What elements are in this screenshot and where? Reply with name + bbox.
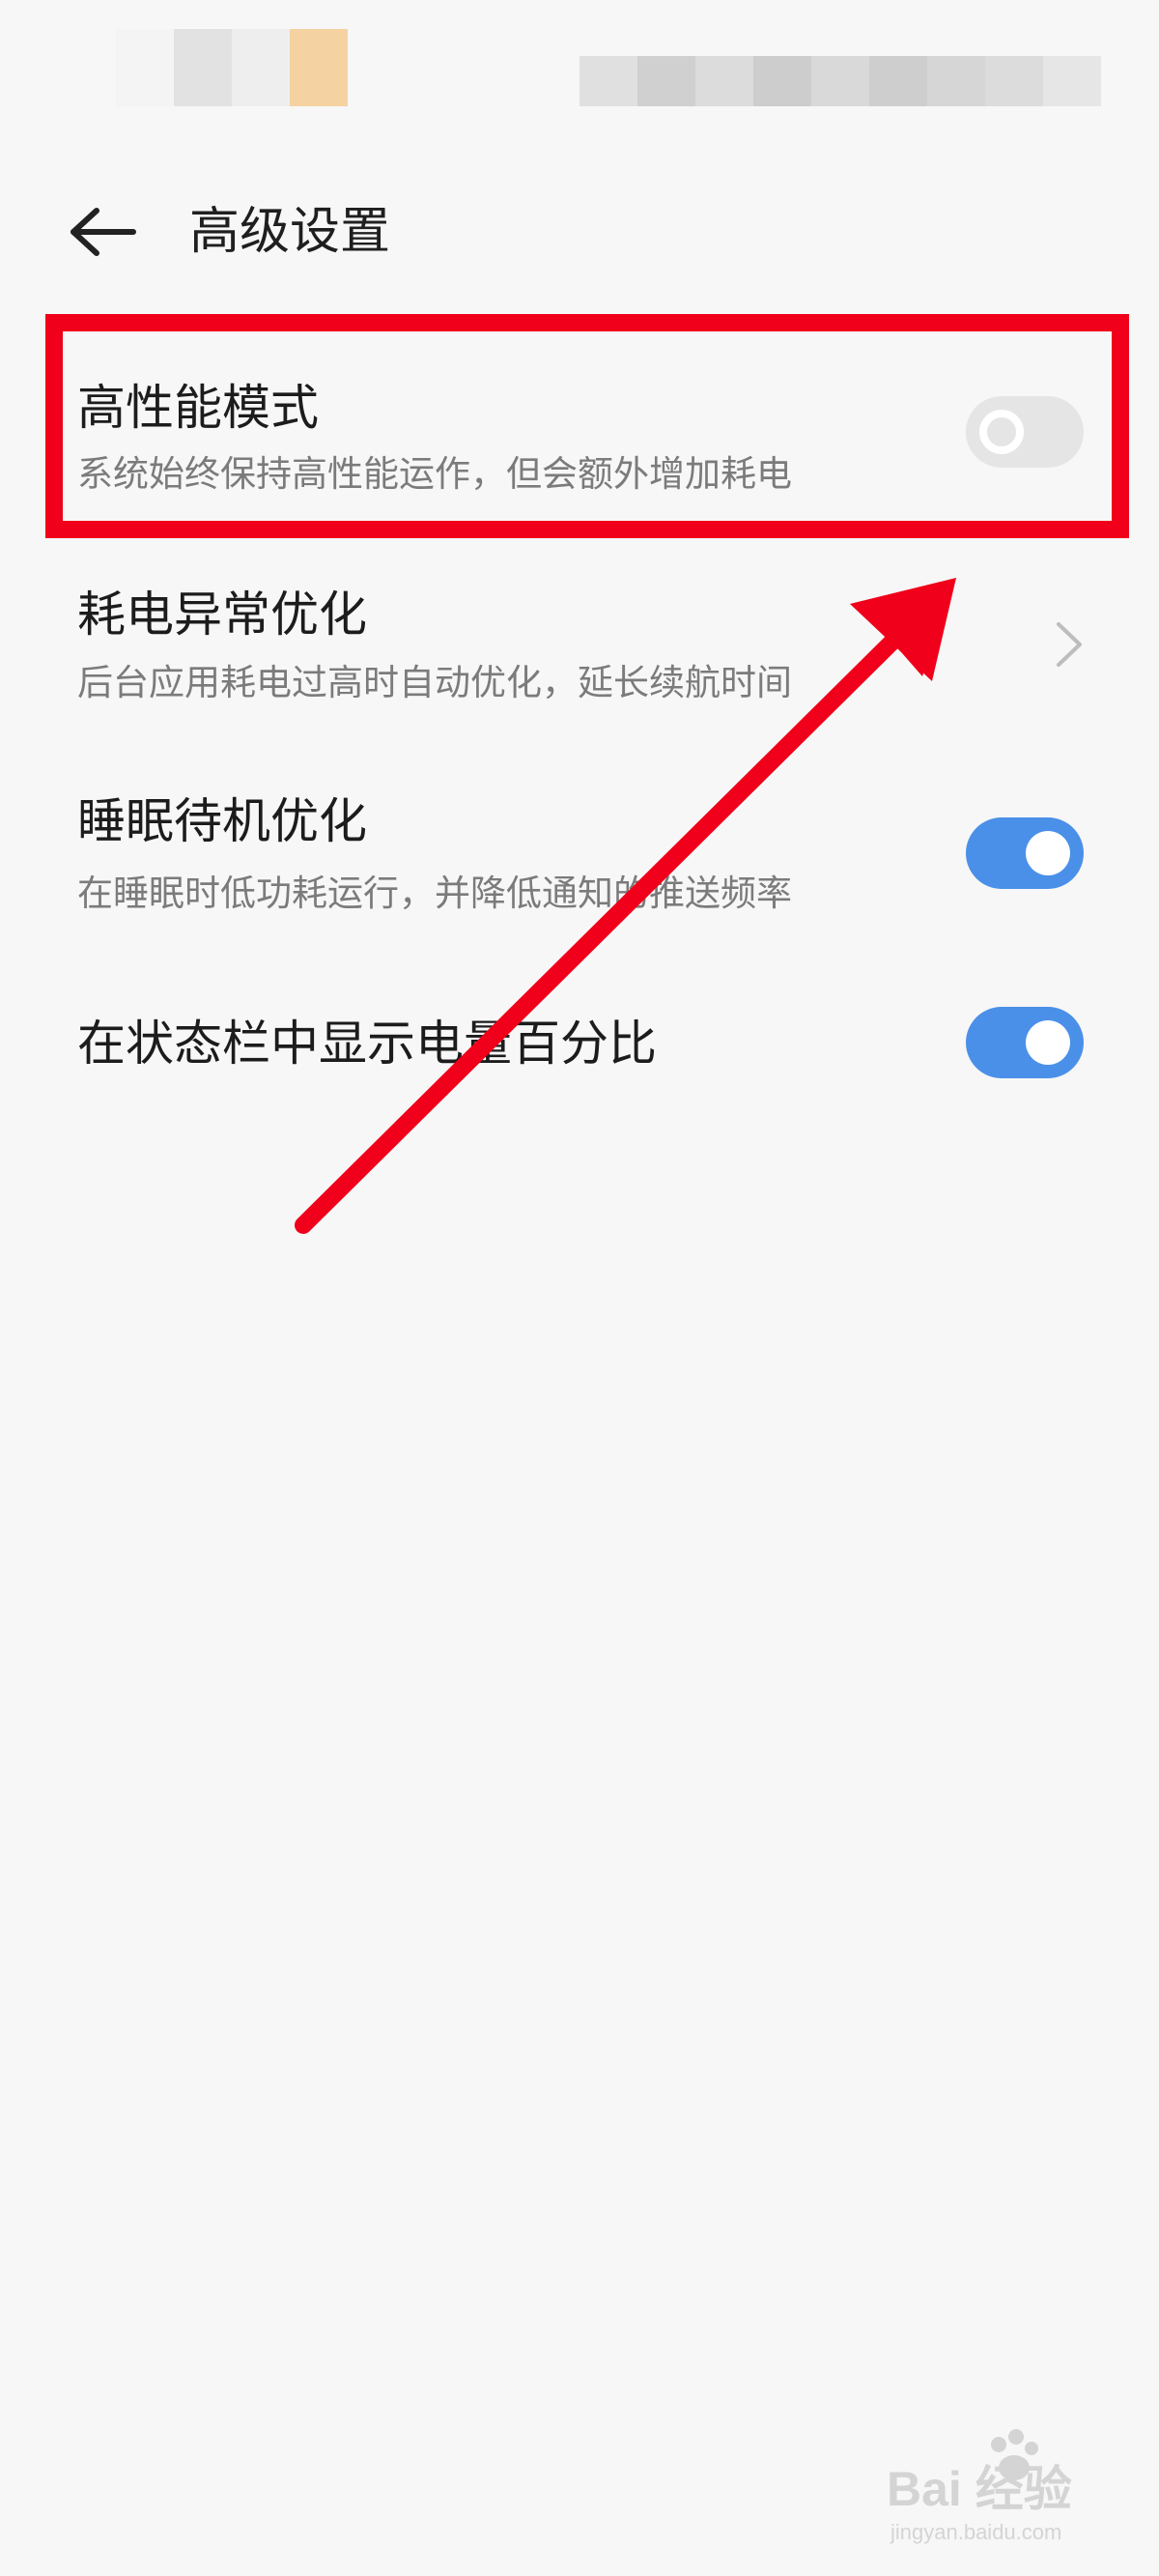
setting-show-battery-percentage[interactable]: 在状态栏中显示电量百分比 [0,986,1159,1102]
setting-title: 耗电异常优化 [77,587,367,643]
watermark-logo: Bai 经验 jingyan.baidu.com [887,2427,1118,2553]
status-bar [0,0,1159,116]
setting-title: 睡眠待机优化 [77,793,367,849]
app-header: 高级设置 [0,184,1159,280]
sleep-standby-optimization-toggle[interactable] [966,817,1084,889]
setting-title: 高性能模式 [77,380,319,436]
setting-subtitle: 后台应用耗电过高时自动优化，延长续航时间 [77,662,792,703]
setting-abnormal-power-optimization[interactable]: 耗电异常优化 后台应用耗电过高时自动优化，延长续航时间 [0,560,1159,734]
setting-title: 在状态栏中显示电量百分比 [77,1016,657,1072]
show-battery-percentage-toggle[interactable] [966,1007,1084,1078]
status-bar-blurred-right [580,56,1101,106]
setting-subtitle: 系统始终保持高性能运作，但会额外增加耗电 [77,453,792,495]
setting-high-performance-mode[interactable]: 高性能模式 系统始终保持高性能运作，但会额外增加耗电 [0,348,1159,512]
high-performance-mode-toggle[interactable] [966,396,1084,468]
status-bar-blurred-left [116,29,348,106]
arrow-left-icon[interactable] [70,207,137,257]
watermark-url: jingyan.baidu.com [890,2520,1062,2544]
setting-sleep-standby-optimization[interactable]: 睡眠待机优化 在睡眠时低功耗运行，并降低通知的推送频率 [0,773,1159,937]
chevron-right-icon[interactable] [1055,620,1084,669]
toggle-knob [979,410,1024,454]
toggle-knob [1026,831,1070,875]
toggle-knob [1026,1020,1070,1065]
watermark-text: Bai 经验 [887,2462,1072,2516]
page-title: 高级设置 [189,203,391,261]
setting-subtitle: 在睡眠时低功耗运行，并降低通知的推送频率 [77,873,792,914]
